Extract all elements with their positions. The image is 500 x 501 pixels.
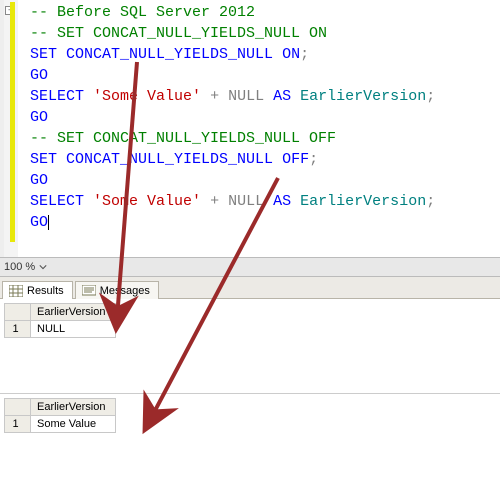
code-token: GO xyxy=(30,109,48,126)
code-line[interactable]: GO xyxy=(30,107,500,128)
code-token xyxy=(84,88,93,105)
code-token: 'Some Value' xyxy=(93,88,201,105)
chevron-down-icon[interactable] xyxy=(39,263,47,271)
code-token: 'Some Value' xyxy=(93,193,201,210)
code-token: NULL xyxy=(228,88,264,105)
code-token: ; xyxy=(309,151,318,168)
change-indicator xyxy=(10,2,15,242)
code-token: -- SET CONCAT_NULL_YIELDS_NULL OFF xyxy=(30,130,336,147)
code-token: -- Before SQL Server 2012 xyxy=(30,4,255,21)
result-grid-1[interactable]: EarlierVersion 1 NULL xyxy=(4,303,116,338)
column-header[interactable]: EarlierVersion xyxy=(31,304,116,321)
pane-divider[interactable] xyxy=(0,338,500,394)
code-token: ; xyxy=(300,46,309,63)
code-token: ON xyxy=(282,46,300,63)
code-line[interactable]: GO xyxy=(30,170,500,191)
code-token: SET xyxy=(30,46,57,63)
grid-icon xyxy=(9,285,23,297)
column-header[interactable]: EarlierVersion xyxy=(31,399,116,416)
code-token xyxy=(264,193,273,210)
zoom-bar: 100 % xyxy=(0,257,500,277)
code-line[interactable]: GO xyxy=(30,212,500,233)
code-token xyxy=(219,193,228,210)
sql-editor[interactable]: - -- Before SQL Server 2012-- SET CONCAT… xyxy=(0,0,500,257)
code-token xyxy=(219,88,228,105)
row-header[interactable]: 1 xyxy=(5,321,31,338)
code-token: GO xyxy=(30,67,48,84)
grid-corner[interactable] xyxy=(5,304,31,321)
code-token xyxy=(291,88,300,105)
code-token: NULL xyxy=(228,193,264,210)
code-line[interactable]: SELECT 'Some Value' + NULL AS EarlierVer… xyxy=(30,86,500,107)
results-tabstrip: Results Messages xyxy=(0,277,500,299)
code-block[interactable]: -- Before SQL Server 2012 -- SET CONCAT_N… xyxy=(4,2,500,233)
code-line[interactable]: SELECT 'Some Value' + NULL AS EarlierVer… xyxy=(30,191,500,212)
code-token xyxy=(201,193,210,210)
code-token: CONCAT_NULL_YIELDS_NULL xyxy=(57,151,282,168)
zoom-value[interactable]: 100 % xyxy=(4,261,35,273)
code-token: AS xyxy=(273,193,291,210)
result-grid-2[interactable]: EarlierVersion 1 Some Value xyxy=(4,398,116,433)
code-token: OFF xyxy=(282,151,309,168)
code-token: AS xyxy=(273,88,291,105)
code-token xyxy=(264,88,273,105)
code-token: -- SET CONCAT_NULL_YIELDS_NULL ON xyxy=(30,25,327,42)
tab-messages[interactable]: Messages xyxy=(75,281,159,299)
text-cursor xyxy=(48,215,49,230)
row-header[interactable]: 1 xyxy=(5,416,31,433)
results-pane-1: EarlierVersion 1 NULL xyxy=(0,299,500,338)
code-token: GO xyxy=(30,172,48,189)
cell-value[interactable]: NULL xyxy=(31,321,116,338)
code-token: + xyxy=(210,193,219,210)
cell-value[interactable]: Some Value xyxy=(31,416,116,433)
code-token: + xyxy=(210,88,219,105)
code-line[interactable]: -- SET CONCAT_NULL_YIELDS_NULL ON xyxy=(30,23,500,44)
messages-icon xyxy=(82,285,96,297)
code-token xyxy=(201,88,210,105)
tab-messages-label: Messages xyxy=(100,285,150,297)
code-token: ; xyxy=(426,193,435,210)
code-token: GO xyxy=(30,214,48,231)
tab-results-label: Results xyxy=(27,285,64,297)
code-token xyxy=(84,193,93,210)
tab-results[interactable]: Results xyxy=(2,281,73,299)
code-token: SET xyxy=(30,151,57,168)
code-token: CONCAT_NULL_YIELDS_NULL xyxy=(57,46,282,63)
code-line[interactable]: SET CONCAT_NULL_YIELDS_NULL ON; xyxy=(30,44,500,65)
code-token xyxy=(291,193,300,210)
code-token: EarlierVersion xyxy=(300,193,426,210)
results-pane-2: EarlierVersion 1 Some Value xyxy=(0,394,500,433)
code-line[interactable]: -- SET CONCAT_NULL_YIELDS_NULL OFF xyxy=(30,128,500,149)
code-token: SELECT xyxy=(30,88,84,105)
code-line[interactable]: GO xyxy=(30,65,500,86)
code-token: EarlierVersion xyxy=(300,88,426,105)
code-line[interactable]: SET CONCAT_NULL_YIELDS_NULL OFF; xyxy=(30,149,500,170)
grid-corner[interactable] xyxy=(5,399,31,416)
code-line[interactable]: -- Before SQL Server 2012 xyxy=(30,2,500,23)
pane-spacer xyxy=(0,433,500,489)
code-token: SELECT xyxy=(30,193,84,210)
code-token: ; xyxy=(426,88,435,105)
